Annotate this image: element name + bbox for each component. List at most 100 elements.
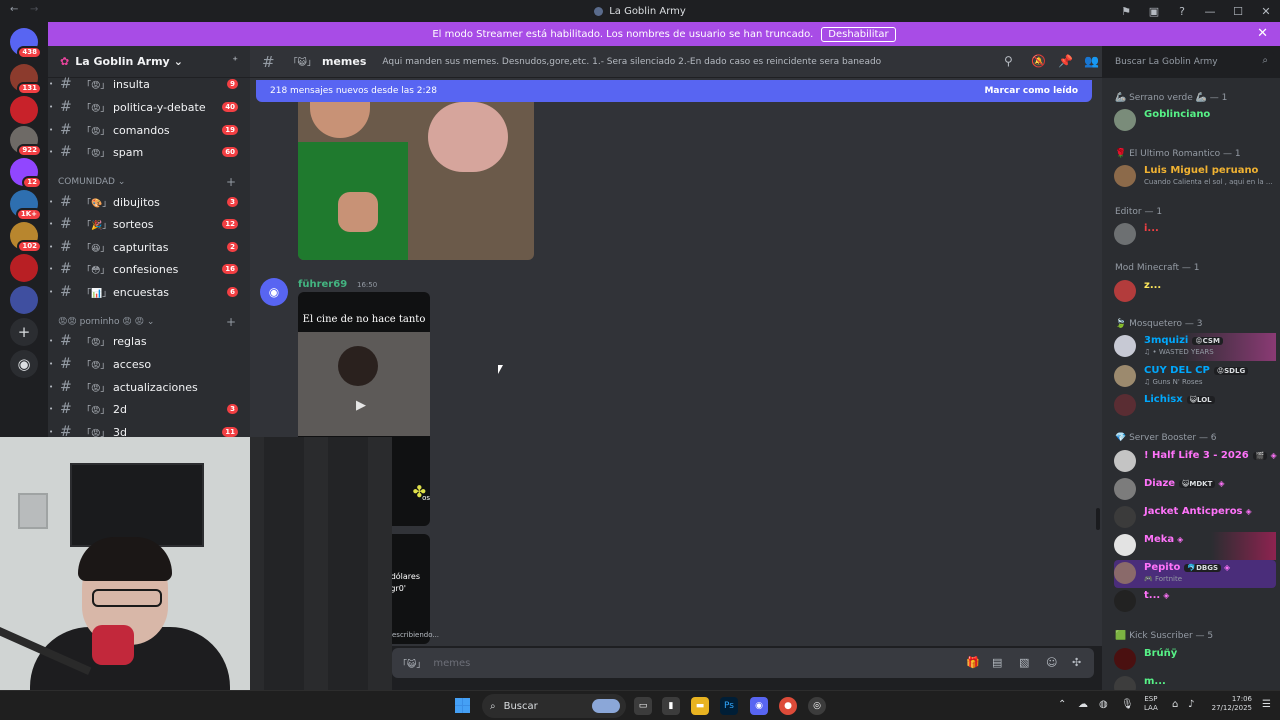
- member-item[interactable]: Diaze 😺MDKT ◈: [1114, 476, 1276, 504]
- member-item[interactable]: Lichisx 😺LOL: [1114, 392, 1276, 420]
- pin-icon[interactable]: 📌: [1058, 54, 1073, 68]
- sticker-icon[interactable]: ▧: [1019, 656, 1029, 669]
- mute-bell-icon[interactable]: 🔕: [1031, 54, 1046, 68]
- threads-icon[interactable]: ⚲: [1004, 54, 1013, 68]
- tray-app-icon[interactable]: ◍: [1099, 699, 1108, 710]
- task-view-icon[interactable]: ▭: [634, 697, 652, 715]
- server-icon[interactable]: 102: [10, 222, 42, 253]
- direct-messages-button[interactable]: 438: [10, 28, 42, 59]
- disable-streamer-button[interactable]: Deshabilitar: [821, 26, 896, 42]
- obs-icon[interactable]: ◎: [808, 697, 826, 715]
- app-icon[interactable]: ▮: [662, 697, 680, 715]
- member-item[interactable]: Meka ◈: [1114, 532, 1276, 560]
- channel-item[interactable]: • # 「🎉」 sorteos 12: [48, 214, 250, 234]
- minimize-button[interactable]: —: [1196, 5, 1224, 18]
- back-arrow-icon[interactable]: ←: [10, 4, 18, 15]
- search-input[interactable]: Buscar La Goblin Army ⌕: [1108, 52, 1274, 72]
- taskbar-search[interactable]: ⌕ Buscar: [482, 694, 626, 718]
- forward-arrow-icon[interactable]: →: [30, 4, 38, 15]
- member-item[interactable]: Luis Miguel peruano Cuando Calienta el so…: [1114, 163, 1276, 191]
- play-icon[interactable]: ▶: [356, 398, 366, 413]
- server-icon[interactable]: 922: [10, 126, 42, 157]
- microphone-tray-icon[interactable]: 🎙: [1121, 699, 1134, 710]
- server-icon[interactable]: 131: [10, 64, 42, 95]
- member-list-icon[interactable]: 👥: [1084, 54, 1099, 68]
- category-porninho[interactable]: 😡😡 porninho 😡 😡 ⌄ +: [58, 315, 240, 329]
- category-label: COMUNIDAD ⌄: [58, 177, 126, 187]
- file-explorer-icon[interactable]: ▬: [691, 697, 709, 715]
- server-icon[interactable]: [10, 286, 38, 314]
- discord-avatar[interactable]: ◉: [260, 278, 288, 306]
- channel-topic[interactable]: Aqui manden sus memes. Desnudos,gore,etc…: [382, 57, 881, 67]
- close-window-button[interactable]: ✕: [1252, 5, 1280, 18]
- chat-scrollbar[interactable]: [1096, 508, 1100, 530]
- channel-item[interactable]: • # 「🎨」 dibujitos 3: [48, 192, 250, 212]
- mark-read-button[interactable]: Marcar como leído: [984, 86, 1078, 96]
- channel-item[interactable]: • # 「😡」 reglas: [48, 331, 250, 351]
- system-clock[interactable]: 17:06 27/12/2025: [1206, 695, 1252, 713]
- member-item[interactable]: i...: [1114, 221, 1276, 249]
- channel-emoji: 「😡」: [82, 360, 110, 371]
- member-item[interactable]: z...: [1114, 278, 1276, 306]
- discover-icon[interactable]: ◉: [10, 350, 38, 378]
- server-icon[interactable]: 12: [10, 158, 42, 189]
- chevron-up-icon[interactable]: ⌃: [1058, 699, 1066, 710]
- channel-item[interactable]: • # 「😡」 2d 3: [48, 399, 250, 419]
- member-item[interactable]: Brúñÿ: [1114, 646, 1276, 674]
- video-caption: El cine de no hace tanto: [302, 314, 426, 325]
- channel-item[interactable]: • # 「😡」 actualizaciones: [48, 377, 250, 397]
- channel-item[interactable]: • # 「😡」 politica-y-debate 40: [48, 97, 250, 117]
- notification-icon[interactable]: ☰: [1262, 699, 1271, 710]
- member-item[interactable]: Goblinciano: [1114, 107, 1276, 135]
- member-item[interactable]: m...: [1114, 674, 1276, 690]
- channel-item[interactable]: • # 「😡」 comandos 19: [48, 120, 250, 140]
- channel-item[interactable]: • # 「😡」 insulta 9: [48, 74, 250, 94]
- help-icon[interactable]: ?: [1168, 5, 1196, 18]
- member-tag: 🐬DBGS: [1184, 564, 1222, 572]
- server-icon[interactable]: [10, 96, 38, 124]
- server-badge: 131: [17, 82, 42, 95]
- search-placeholder: Buscar La Goblin Army: [1115, 57, 1218, 67]
- inbox-icon[interactable]: ⚑: [1112, 5, 1140, 18]
- channel-title: memes: [321, 55, 367, 68]
- network-icon[interactable]: ⌂: [1172, 699, 1178, 710]
- cloud-icon[interactable]: ☁: [1078, 699, 1088, 710]
- channel-item[interactable]: • # 「😳」 confesiones 16: [48, 259, 250, 279]
- invite-icon[interactable]: ⁺: [232, 54, 238, 67]
- add-channel-icon[interactable]: +: [226, 175, 236, 189]
- member-item[interactable]: t... ◈: [1114, 588, 1276, 616]
- member-name: Meka ◈: [1144, 534, 1183, 545]
- server-icon[interactable]: [10, 254, 38, 282]
- message-author[interactable]: führer69: [298, 279, 347, 290]
- photoshop-icon[interactable]: Ps: [720, 697, 738, 715]
- apps-icon[interactable]: ✣: [1072, 656, 1081, 669]
- close-banner-icon[interactable]: ✕: [1257, 26, 1268, 41]
- server-icon[interactable]: 1K+: [10, 190, 42, 221]
- gif-icon[interactable]: ▤: [992, 656, 1002, 669]
- category-comunidad[interactable]: COMUNIDAD ⌄ +: [58, 175, 240, 189]
- member-item[interactable]: Jacket Anticperos ◈: [1114, 504, 1276, 532]
- member-item[interactable]: ! Half Life 3 - 2026 🎬 ◈: [1114, 448, 1277, 476]
- add-channel-icon[interactable]: +: [226, 315, 236, 329]
- channel-item[interactable]: • # 「📊」 encuestas 6: [48, 282, 250, 302]
- screen-icon[interactable]: ▣: [1140, 5, 1168, 18]
- chrome-icon[interactable]: ●: [779, 697, 797, 715]
- member-item[interactable]: 3mquizi 😡CSM ♫ • WASTED YEARS: [1114, 333, 1276, 361]
- member-item[interactable]: Pepito 🐬DBGS ◈ 🎮 Fortnite: [1114, 560, 1276, 588]
- maximize-button[interactable]: ☐: [1224, 5, 1252, 18]
- channel-item[interactable]: • # 「😆」 capturitas 2: [48, 237, 250, 257]
- volume-icon[interactable]: ♪: [1188, 699, 1194, 710]
- message-input[interactable]: 「😺」 memes 🎁 ▤ ▧ ☺ ✣: [392, 648, 1094, 678]
- channel-item[interactable]: • # 「😡」 acceso: [48, 354, 250, 374]
- member-item[interactable]: CUY DEL CP 😡SDLG ♫ Guns N' Roses: [1114, 363, 1276, 391]
- meme-image[interactable]: [298, 102, 534, 260]
- gift-icon[interactable]: 🎁: [966, 656, 980, 669]
- emoji-icon[interactable]: ☺: [1046, 656, 1057, 669]
- add-server-icon[interactable]: +: [10, 318, 38, 346]
- channel-emoji: 「😡」: [82, 126, 110, 137]
- channel-item[interactable]: • # 「😡」 spam 60: [48, 142, 250, 162]
- discord-app-icon[interactable]: ◉: [750, 697, 768, 715]
- windows-start-icon[interactable]: [455, 698, 470, 713]
- language-indicator[interactable]: ESP LAA: [1144, 695, 1158, 713]
- new-messages-bar[interactable]: 218 mensajes nuevos desde las 2:28 Marca…: [256, 80, 1092, 102]
